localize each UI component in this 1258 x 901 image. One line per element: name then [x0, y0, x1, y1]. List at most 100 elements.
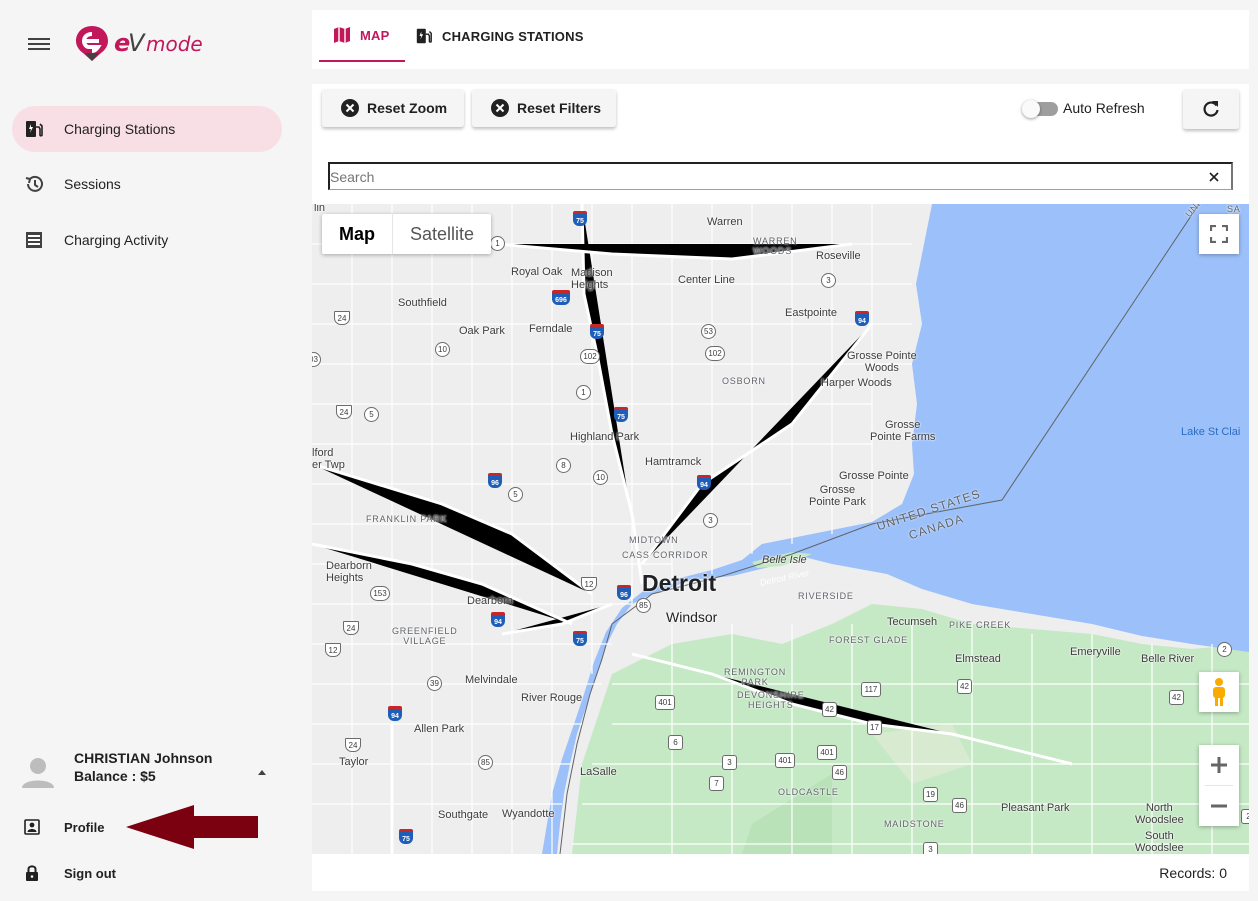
hamburger-menu-icon[interactable]: [28, 35, 50, 53]
map-label: PIKE CREEK: [949, 620, 1012, 630]
user-balance: Balance : $5: [74, 768, 156, 784]
map-label: River Rouge: [521, 692, 583, 704]
interstate-shield: 94: [388, 706, 402, 721]
tab-bar: MAP CHARGING STATIONS: [312, 10, 1249, 69]
sidebar-item-charging-activity[interactable]: Charging Activity: [12, 217, 282, 263]
sidebar: e V mode Charging Stations Sessions Char…: [0, 0, 300, 901]
route-shield: 117: [861, 682, 881, 697]
map-label: Belle River: [1141, 653, 1195, 665]
route-shield: 24: [345, 738, 361, 752]
map-label: Highland Park: [570, 431, 640, 443]
tab-charging-stations-label: CHARGING STATIONS: [442, 28, 584, 44]
map-label: lin: [314, 204, 326, 214]
map-label: Grosse Pointe Woods: [847, 350, 917, 374]
map-canvas[interactable]: lin Warren WARREN WOODS Roseville Royal …: [312, 204, 1249, 854]
zoom-in-button[interactable]: [1199, 745, 1239, 785]
route-shield: 12: [581, 577, 597, 591]
map-label: WARREN WOODS: [753, 236, 798, 256]
auto-refresh-toggle[interactable]: [1022, 100, 1060, 118]
route-shield: 39: [427, 676, 442, 691]
profile-menu-item[interactable]: Profile: [22, 815, 104, 839]
route-shield: 85: [636, 598, 651, 613]
route-shield: 46: [952, 798, 967, 813]
map-type-satellite-button[interactable]: Satellite: [392, 214, 491, 254]
svg-text:V: V: [128, 29, 146, 57]
reset-zoom-label: Reset Zoom: [367, 100, 448, 116]
user-panel[interactable]: CHRISTIAN Johnson Balance : $5: [20, 748, 280, 798]
map-label: Ferndale: [529, 323, 573, 335]
tab-charging-stations[interactable]: CHARGING STATIONS: [415, 10, 584, 62]
sign-out-menu-item[interactable]: Sign out: [22, 861, 116, 885]
user-name: CHRISTIAN Johnson: [74, 750, 213, 766]
map-type-map-button[interactable]: Map: [322, 214, 392, 254]
interstate-shield: 96: [488, 473, 502, 488]
reset-filters-button[interactable]: Reset Filters: [472, 89, 616, 127]
pegman-icon: [1213, 678, 1225, 706]
map-label: Madison Heights: [571, 267, 613, 291]
route-shield: 8: [556, 458, 571, 473]
map-label: Elmstead: [955, 653, 1001, 665]
map-label: LaSalle: [580, 766, 617, 778]
sidebar-item-charging-stations[interactable]: Charging Stations: [12, 106, 282, 152]
map-label: REMINGTON PARK: [724, 667, 787, 687]
map-label: OSBORN: [722, 376, 766, 386]
map-label: North Woodslee: [1135, 802, 1184, 826]
route-shield: 6: [668, 735, 683, 750]
route-shield: 19: [923, 787, 938, 802]
fullscreen-button[interactable]: [1199, 214, 1239, 254]
route-shield: 42: [822, 702, 837, 717]
map-label-windsor: Windsor: [666, 609, 718, 625]
map-label: Grosse Pointe Park: [809, 484, 866, 508]
map-label: Roseville: [816, 250, 861, 262]
interstate-shield: 75: [399, 829, 413, 844]
map-label: MIDTOWN: [629, 535, 679, 545]
route-shield: 3: [703, 513, 718, 528]
map-label: Wyandotte: [502, 808, 555, 820]
map-label: Oak Park: [459, 325, 505, 337]
route-shield: 46: [832, 765, 847, 780]
route-shield: 10: [593, 470, 608, 485]
route-shield: 12: [325, 643, 341, 657]
close-icon[interactable]: [1207, 170, 1221, 184]
route-shield: 2: [1241, 809, 1249, 824]
interstate-shield: 94: [491, 612, 505, 627]
interstate-shield: 75: [573, 631, 587, 646]
route-shield: 1: [490, 236, 505, 251]
map-label: Harper Woods: [821, 377, 892, 389]
evmode-logo[interactable]: e V mode: [74, 22, 234, 66]
map-label: SA: [1227, 204, 1241, 214]
route-shield: 42: [1169, 690, 1184, 705]
tab-map[interactable]: MAP: [319, 10, 405, 62]
search-input[interactable]: [328, 162, 1233, 190]
interstate-shield: 75: [573, 211, 587, 226]
route-shield: 24: [334, 311, 350, 325]
records-count: Records: 0: [1159, 865, 1227, 881]
map-label: Lake St Clai: [1181, 426, 1241, 438]
map-label: Allen Park: [414, 723, 465, 735]
map-label: Eastpointe: [785, 307, 837, 319]
route-shield: 2: [1217, 642, 1232, 657]
sign-out-label: Sign out: [64, 865, 116, 881]
map-label: Royal Oak: [511, 266, 563, 278]
sidebar-item-sessions[interactable]: Sessions: [12, 161, 282, 207]
route-shield: 7: [709, 776, 724, 791]
ev-station-icon: [416, 28, 432, 44]
annotation-arrow-icon: [126, 805, 258, 849]
account-box-icon: [24, 819, 40, 835]
interstate-shield: 75: [590, 324, 604, 339]
zoom-out-button[interactable]: [1199, 786, 1239, 826]
interstate-shield: 94: [697, 475, 711, 490]
zoom-control: [1199, 745, 1239, 826]
route-shield: 85: [478, 755, 493, 770]
history-icon: [25, 175, 43, 192]
caret-up-icon[interactable]: [258, 770, 266, 775]
auto-refresh-label: Auto Refresh: [1063, 100, 1145, 116]
reset-zoom-button[interactable]: Reset Zoom: [322, 89, 464, 127]
map-label: FRANKLIN PARK: [366, 514, 448, 524]
street-view-pegman-button[interactable]: [1199, 672, 1239, 712]
map-label-detroit: Detroit: [642, 570, 717, 596]
sidebar-item-label: Charging Activity: [64, 232, 169, 248]
map-label: CASS CORRIDOR: [622, 550, 709, 560]
map-label: Dearborn: [467, 595, 513, 607]
refresh-button[interactable]: [1183, 89, 1239, 129]
